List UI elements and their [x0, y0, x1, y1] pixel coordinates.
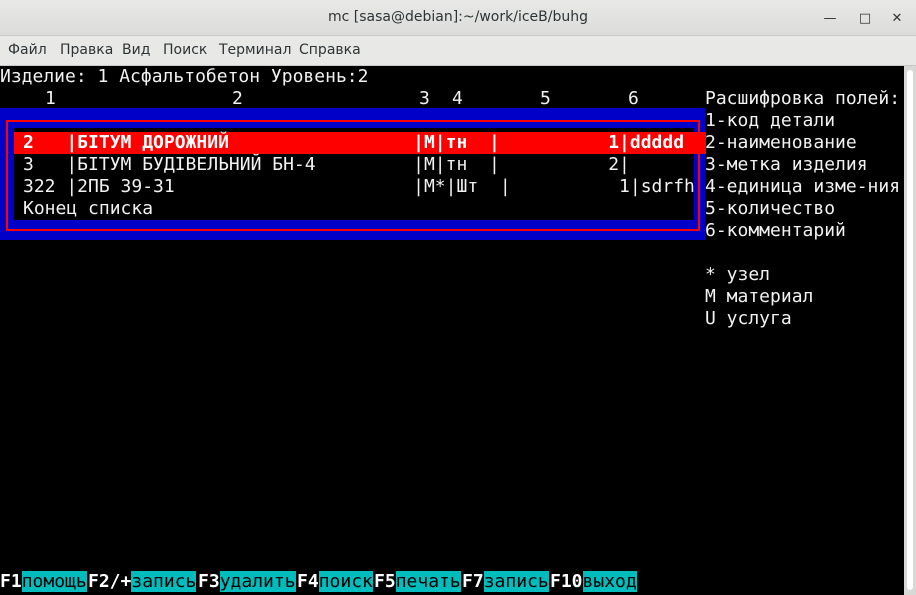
col-number-4: 4: [452, 88, 463, 109]
col-number-2: 2: [232, 88, 243, 109]
col-number-1: 1: [45, 88, 56, 109]
menu-bar: Файл Правка Вид Поиск Терминал Справка: [0, 36, 916, 66]
legend-line: 6-комментарий: [705, 220, 846, 241]
list-item[interactable]: 3 |БІТУМ БУДІВЕЛЬНИЙ БН-4 |М|тн | 2|: [23, 154, 630, 176]
list-item[interactable]: 322 |2ПБ 39-31 |М*|Шт | 1|sdrfh: [23, 176, 695, 198]
legend-line: 3-метка изделия: [705, 154, 868, 175]
fkey-f10[interactable]: F10выход: [550, 571, 637, 593]
menu-view[interactable]: Вид: [122, 42, 150, 58]
menu-search[interactable]: Поиск: [163, 42, 207, 58]
menu-file[interactable]: Файл: [8, 42, 47, 58]
fkey-label: удалить: [219, 571, 296, 592]
menu-terminal[interactable]: Терминал: [219, 42, 291, 58]
col-number-5: 5: [540, 88, 551, 109]
window-titlebar: mc [sasa@debian]:~/work/iceB/buhg — □ ✕: [0, 0, 916, 36]
legend-line: 1-код детали: [705, 110, 836, 131]
legend-line: М материал: [705, 286, 814, 307]
fkey-num: F5: [374, 571, 396, 592]
list-item-selected[interactable]: 2 |БІТУМ ДОРОЖНИЙ |М|тн | 1|ddddd: [23, 132, 684, 154]
legend-line: 4-единица изме-ния: [705, 176, 901, 197]
fkey-f1[interactable]: F1помощь: [0, 571, 87, 593]
close-icon[interactable]: ✕: [887, 8, 907, 28]
fkey-label: поиск: [318, 571, 373, 592]
fkey-num: F3: [198, 571, 220, 592]
menu-edit[interactable]: Правка: [60, 42, 113, 58]
fkey-label: запись: [483, 571, 549, 592]
legend-line: U услуга: [705, 308, 792, 329]
fkey-f7[interactable]: F7запись: [462, 571, 549, 593]
fkey-f4[interactable]: F4поиск: [297, 571, 373, 593]
fkey-label: выход: [582, 571, 637, 592]
fkey-label: печать: [395, 571, 461, 592]
legend-line: 5-количество: [705, 198, 836, 219]
scrollbar-thumb[interactable]: [907, 70, 913, 590]
window-title: mc [sasa@debian]:~/work/iceB/buhg: [328, 9, 588, 25]
legend-title: Расшифровка полей:: [705, 88, 901, 109]
fkey-num: F10: [550, 571, 583, 592]
legend-line: * узел: [705, 264, 771, 285]
scrollbar[interactable]: [904, 66, 916, 595]
fkey-label: запись: [131, 571, 197, 592]
legend-line: 2-наименование: [705, 132, 857, 153]
minimize-icon[interactable]: —: [820, 8, 840, 28]
fkey-label: помощь: [21, 571, 87, 592]
fkey-f3[interactable]: F3удалить: [198, 571, 296, 593]
fkey-num: F2/+: [88, 571, 132, 592]
fkey-num: F7: [462, 571, 484, 592]
col-number-3: 3: [419, 88, 430, 109]
end-of-list: Конец списка: [23, 198, 154, 219]
header-line: Изделие: 1 Асфальтобетон Уровень:2: [0, 66, 369, 87]
fkey-f2[interactable]: F2/+запись: [88, 571, 197, 593]
fkey-f5[interactable]: F5печать: [374, 571, 461, 593]
col-number-6: 6: [628, 88, 639, 109]
menu-help[interactable]: Справка: [299, 42, 361, 58]
maximize-icon[interactable]: □: [855, 8, 875, 28]
fkey-num: F4: [297, 571, 319, 592]
fkey-num: F1: [0, 571, 22, 592]
